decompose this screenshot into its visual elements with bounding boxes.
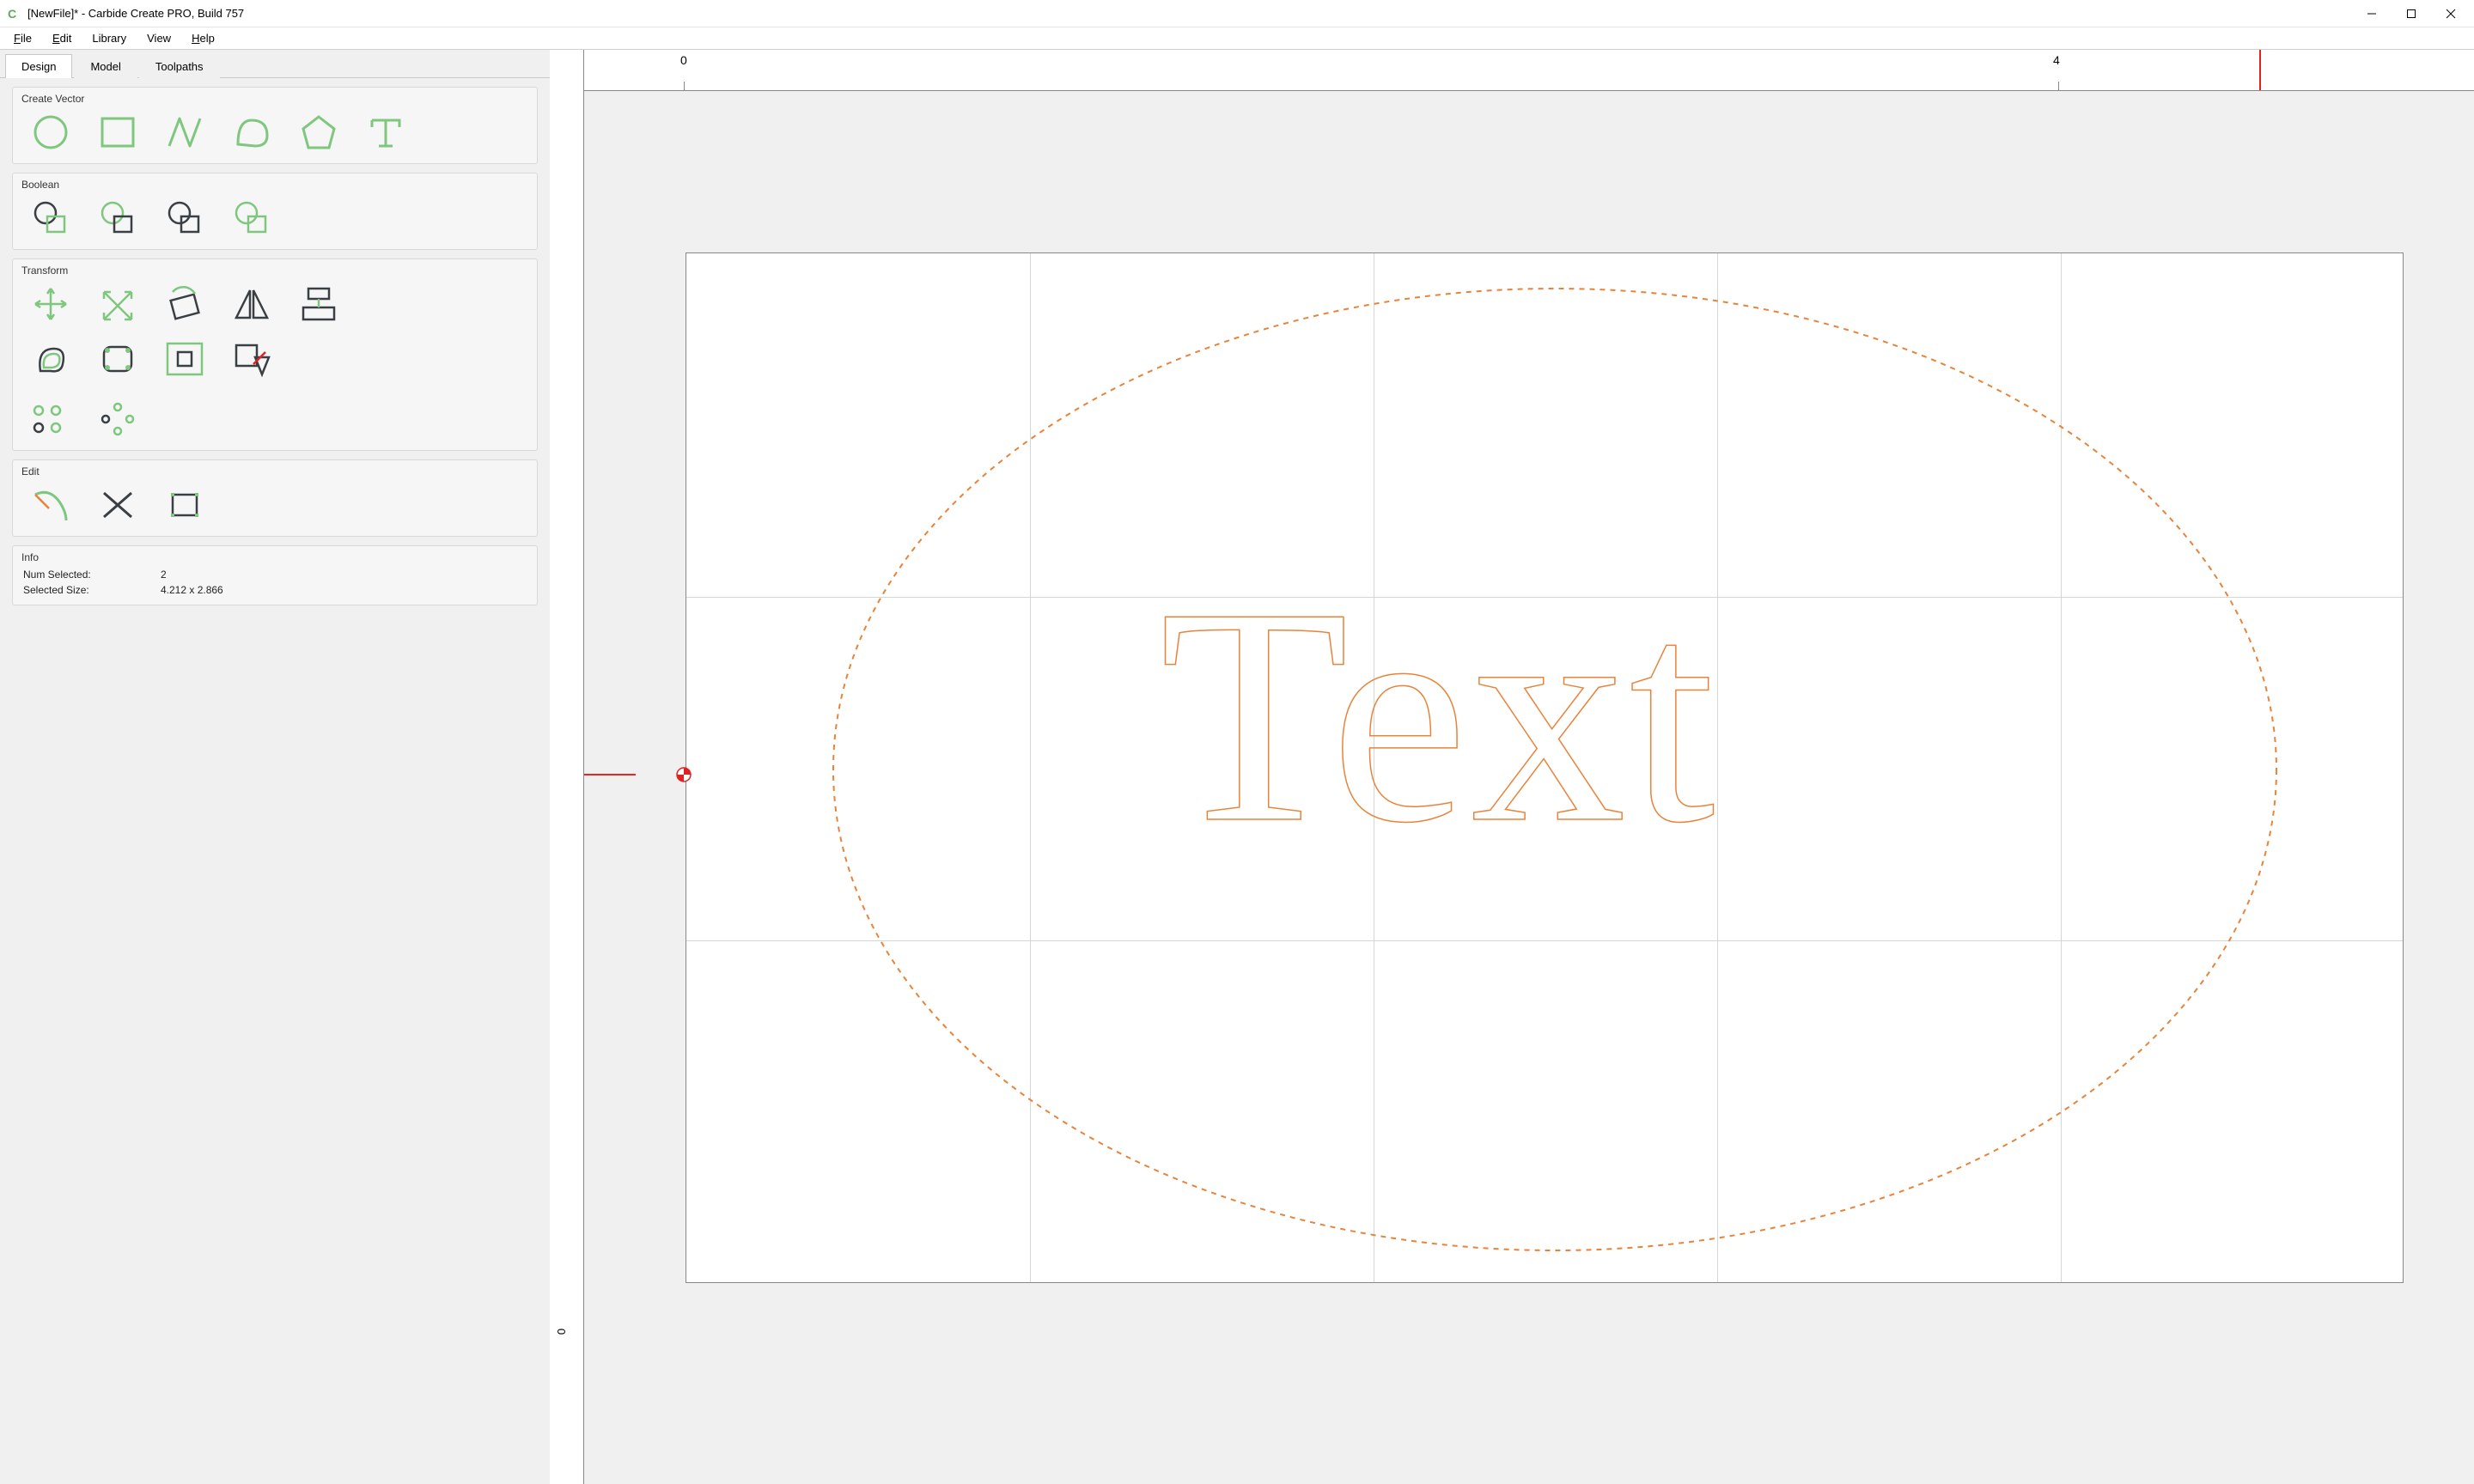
array-circular-icon xyxy=(95,398,140,440)
design-canvas[interactable]: Text xyxy=(584,91,2474,1484)
window-title: [NewFile]* - Carbide Create PRO, Build 7… xyxy=(27,7,244,20)
tab-model[interactable]: Model xyxy=(74,54,137,78)
selected-size-label: Selected Size: xyxy=(23,584,161,596)
tool-array-circular[interactable] xyxy=(88,395,147,443)
rectangle-icon xyxy=(95,112,140,153)
trim-icon xyxy=(95,484,140,526)
menu-view[interactable]: View xyxy=(138,30,180,46)
tool-array-grid[interactable] xyxy=(155,335,214,383)
group-title-boolean: Boolean xyxy=(13,173,537,194)
group-title-create-vector: Create Vector xyxy=(13,88,537,108)
tool-align[interactable] xyxy=(289,280,348,328)
curve-icon xyxy=(229,112,274,153)
menu-file[interactable]: File xyxy=(5,30,40,46)
group-transform: Transform xyxy=(12,258,538,451)
maximize-button[interactable] xyxy=(2392,0,2431,27)
array-linear-icon xyxy=(28,398,73,440)
info-num-selected: Num Selected: 2 xyxy=(13,567,537,582)
hruler-cursor-marker xyxy=(2259,50,2261,90)
tool-trim[interactable] xyxy=(88,481,147,529)
menu-edit[interactable]: Edit xyxy=(44,30,80,46)
tool-rotate[interactable] xyxy=(155,280,214,328)
group-info: Info Num Selected: 2 Selected Size: 4.21… xyxy=(12,545,538,605)
app-icon: C xyxy=(3,5,21,22)
origin-crosshair-h xyxy=(584,774,636,775)
tool-move[interactable] xyxy=(21,280,80,328)
main: Design Model Toolpaths Create Vector xyxy=(0,50,2474,1484)
polygon-icon xyxy=(296,112,341,153)
group-boolean: Boolean xyxy=(12,173,538,250)
hruler-label-0: 0 xyxy=(680,53,687,67)
tool-corner[interactable] xyxy=(88,335,147,383)
minimize-icon xyxy=(2367,9,2377,19)
offset-icon xyxy=(28,338,73,380)
array-grid-icon xyxy=(162,338,207,380)
origin-marker-icon xyxy=(675,766,692,783)
menu-help[interactable]: Help xyxy=(183,30,223,46)
close-icon xyxy=(2446,9,2456,19)
group-edit: Edit xyxy=(12,459,538,537)
tool-boolean-subtract[interactable] xyxy=(88,194,147,242)
boolean-weld-icon xyxy=(229,198,274,239)
convert-icon xyxy=(162,484,207,526)
vruler-label-0: 0 xyxy=(555,1329,568,1335)
num-selected-value: 2 xyxy=(161,569,167,581)
group-icon xyxy=(229,338,274,380)
hruler-label-4: 4 xyxy=(2053,53,2060,67)
tool-circle[interactable] xyxy=(21,108,80,156)
tool-group[interactable] xyxy=(222,335,281,383)
tool-boolean-weld[interactable] xyxy=(222,194,281,242)
group-title-edit: Edit xyxy=(13,460,537,481)
panel-tabs: Design Model Toolpaths xyxy=(0,50,550,78)
scale-icon xyxy=(95,283,140,325)
canvas-text-object[interactable]: Text xyxy=(1160,538,1719,893)
tool-node-edit[interactable] xyxy=(21,481,80,529)
group-create-vector: Create Vector xyxy=(12,87,538,164)
minimize-button[interactable] xyxy=(2352,0,2392,27)
tool-curve[interactable] xyxy=(222,108,281,156)
tool-convert[interactable] xyxy=(155,481,214,529)
boolean-union-icon xyxy=(28,198,73,239)
tool-boolean-union[interactable] xyxy=(21,194,80,242)
horizontal-ruler[interactable]: 0 4 xyxy=(584,50,2474,91)
tool-scale[interactable] xyxy=(88,280,147,328)
corner-icon xyxy=(95,338,140,380)
node-edit-icon xyxy=(28,484,73,526)
boolean-intersect-icon xyxy=(162,198,207,239)
group-title-transform: Transform xyxy=(13,259,537,280)
tool-boolean-intersect[interactable] xyxy=(155,194,214,242)
info-selected-size: Selected Size: 4.212 x 2.866 xyxy=(13,582,537,598)
mirror-icon xyxy=(229,283,274,325)
text-icon xyxy=(363,112,408,153)
num-selected-label: Num Selected: xyxy=(23,569,161,581)
titlebar: C [NewFile]* - Carbide Create PRO, Build… xyxy=(0,0,2474,27)
vertical-ruler[interactable]: 0 xyxy=(550,50,584,1484)
canvas-area: 0 0 4 xyxy=(550,50,2474,1484)
tool-offset[interactable] xyxy=(21,335,80,383)
group-title-info: Info xyxy=(13,546,537,567)
move-icon xyxy=(28,283,73,325)
circle-icon xyxy=(28,112,73,153)
panel-content: Create Vector xyxy=(0,78,550,623)
align-icon xyxy=(296,283,341,325)
tool-rectangle[interactable] xyxy=(88,108,147,156)
tool-mirror[interactable] xyxy=(222,280,281,328)
maximize-icon xyxy=(2406,9,2416,19)
selected-size-value: 4.212 x 2.866 xyxy=(161,584,223,596)
left-panel: Design Model Toolpaths Create Vector xyxy=(0,50,550,1484)
tab-toolpaths[interactable]: Toolpaths xyxy=(139,54,220,78)
tool-array-linear[interactable] xyxy=(21,395,80,443)
boolean-subtract-icon xyxy=(95,198,140,239)
close-button[interactable] xyxy=(2431,0,2471,27)
polyline-icon xyxy=(162,112,207,153)
tool-polygon[interactable] xyxy=(289,108,348,156)
rotate-icon xyxy=(162,283,207,325)
tool-polyline[interactable] xyxy=(155,108,214,156)
tab-design[interactable]: Design xyxy=(5,54,72,78)
tool-text[interactable] xyxy=(356,108,415,156)
menubar: File Edit Library View Help xyxy=(0,27,2474,50)
menu-library[interactable]: Library xyxy=(83,30,135,46)
